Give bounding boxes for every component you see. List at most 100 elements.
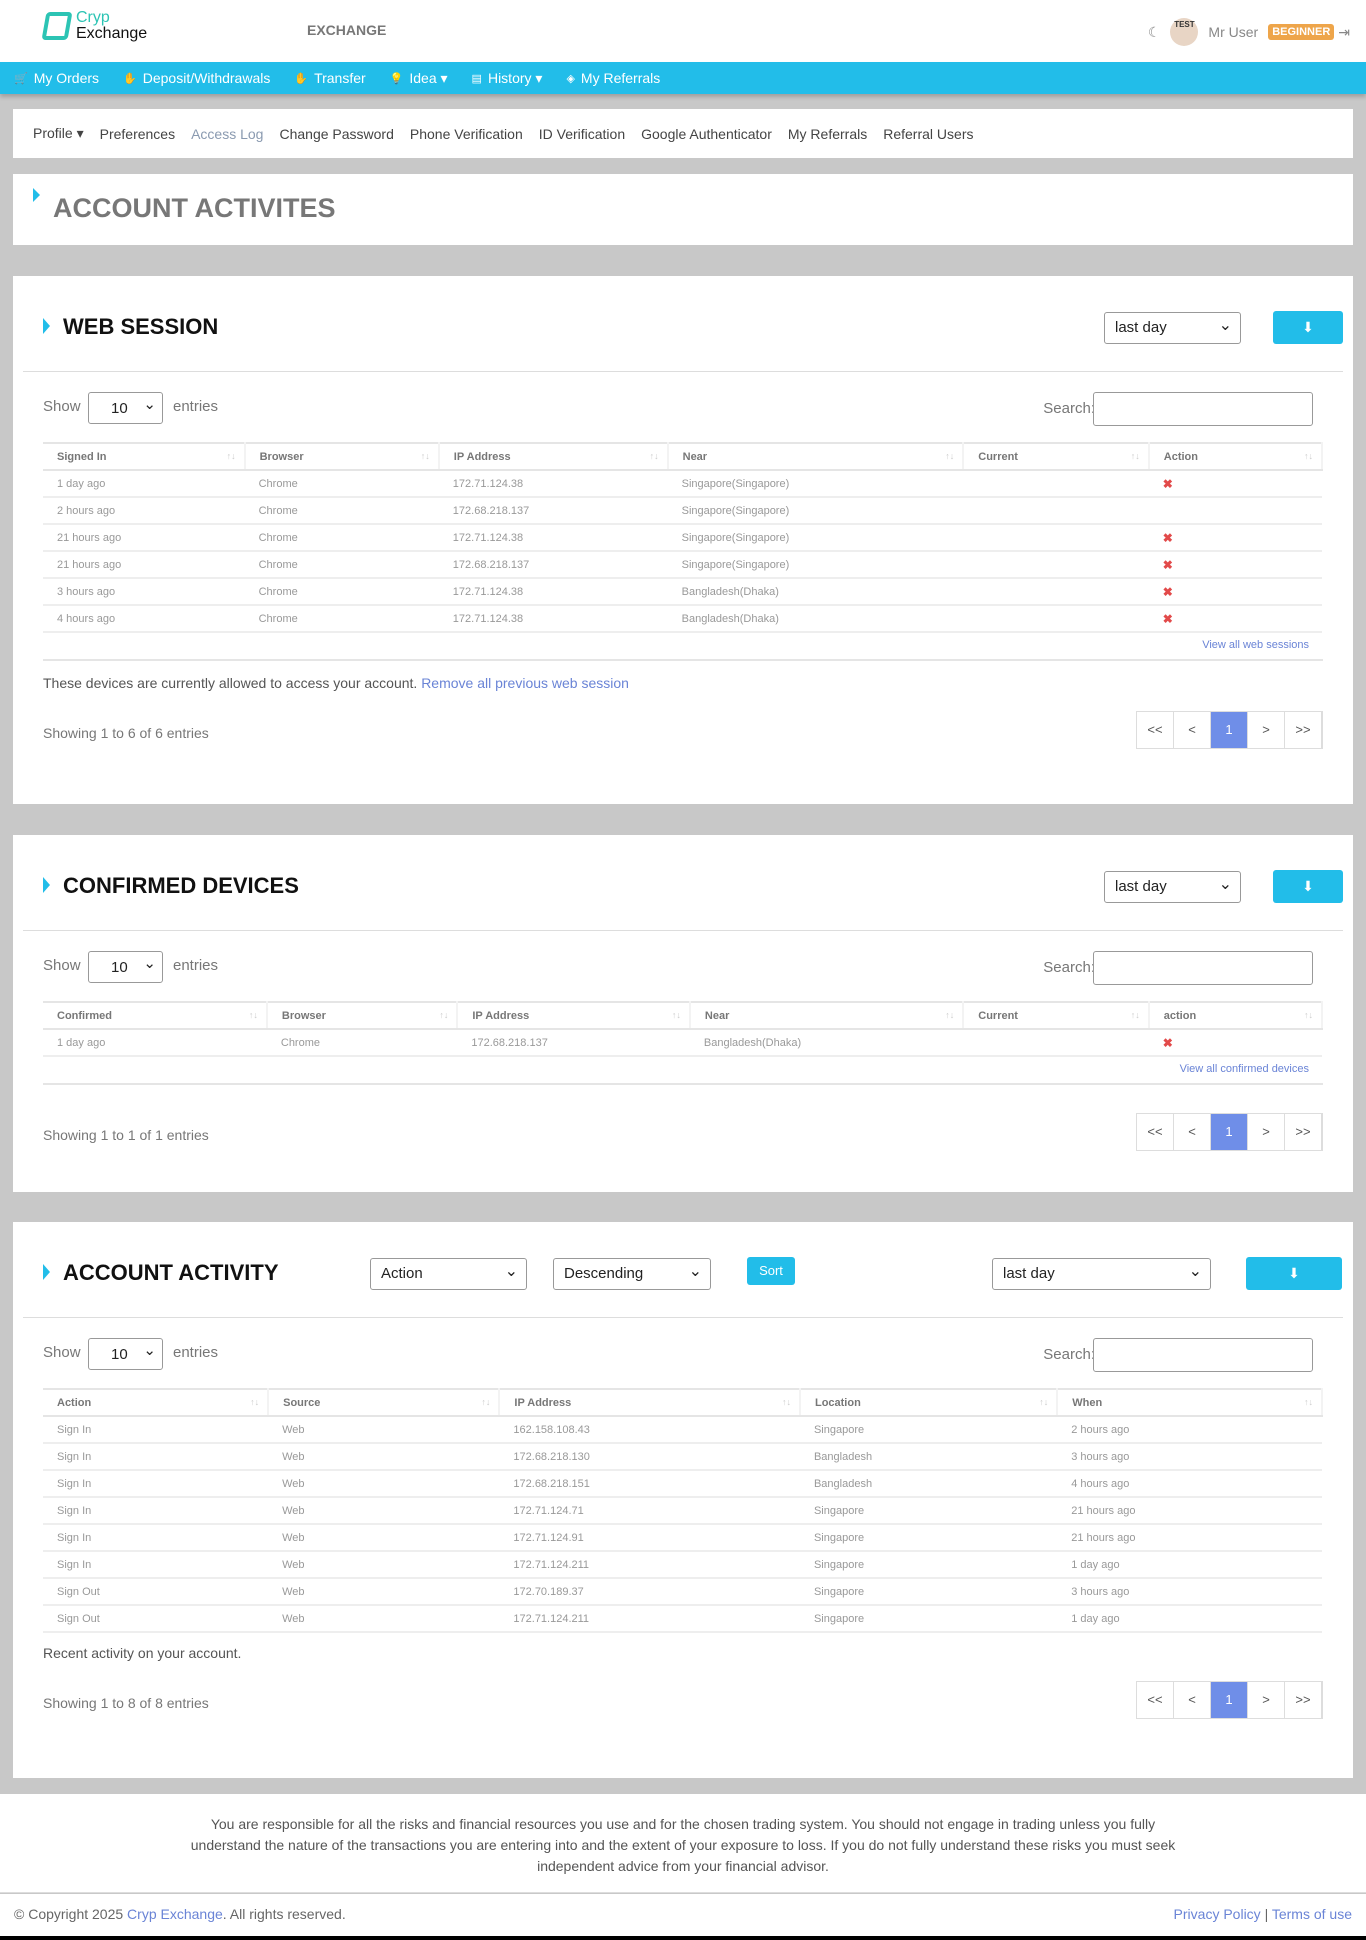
column-header[interactable]: Action <box>43 1388 270 1417</box>
column-header[interactable]: IP Address <box>499 1388 801 1417</box>
entries-length-select[interactable]: 10 <box>88 392 163 424</box>
logout-icon[interactable]: ⇥ <box>1338 24 1350 41</box>
table-cell: 3 hours ago <box>43 578 245 606</box>
search-input[interactable] <box>1093 1338 1313 1372</box>
nav-item-transfer[interactable]: ✋ Transfer <box>294 70 365 86</box>
table-cell: 21 hours ago <box>43 551 245 579</box>
download-button[interactable]: ⬇ <box>1246 1257 1342 1290</box>
table-cell: Sign In <box>43 1443 269 1471</box>
entries-length-select[interactable]: 10 <box>88 951 163 983</box>
download-button[interactable]: ⬇ <box>1273 311 1343 344</box>
entries-length-select[interactable]: 10 <box>88 1338 163 1370</box>
remove-session-icon[interactable]: ✖ <box>1148 524 1322 552</box>
column-header[interactable]: Browser <box>244 442 440 471</box>
pagination: << <1 > >> <box>1136 1681 1323 1719</box>
exchange-link[interactable]: EXCHANGE <box>307 22 386 38</box>
column-header[interactable]: action <box>1148 1001 1324 1030</box>
column-header[interactable]: Near <box>667 442 965 471</box>
lightbulb-icon: 💡 <box>389 72 404 85</box>
column-header[interactable]: When <box>1057 1388 1323 1417</box>
subnav-item-myreferrals[interactable]: My Referrals <box>788 126 867 142</box>
subnav-item-referralusers[interactable]: Referral Users <box>883 126 973 142</box>
column-header[interactable]: Location <box>799 1388 1059 1417</box>
search-input[interactable] <box>1093 392 1313 426</box>
view-all-web-sessions-link[interactable]: View all web sessions <box>1202 639 1309 651</box>
archive-icon: ▤ <box>471 72 482 85</box>
table-cell: Sign In <box>43 1524 269 1552</box>
column-header[interactable]: Browser <box>266 1001 459 1030</box>
sort-button[interactable]: Sort <box>747 1257 795 1285</box>
column-header[interactable]: Current <box>963 1001 1150 1030</box>
nav-item-depositwithdrawals[interactable]: ✋ Deposit/Withdrawals <box>123 70 270 86</box>
nav-item-myorders[interactable]: 🛒 My Orders <box>14 70 99 86</box>
column-header[interactable]: Near <box>689 1001 965 1030</box>
dark-mode-moon-icon[interactable]: ☾ <box>1148 24 1161 41</box>
subnav-item-accesslog[interactable]: Access Log <box>191 126 263 142</box>
table-cell: 21 hours ago <box>1057 1524 1322 1552</box>
table-cell: Sign In <box>43 1470 269 1498</box>
range-select[interactable]: last day <box>992 1258 1211 1290</box>
logo[interactable]: Cryp Exchange <box>41 10 147 42</box>
table-cell: 172.71.124.38 <box>438 524 668 552</box>
avatar[interactable]: TEST <box>1170 18 1199 46</box>
prev-page-button[interactable]: < <box>1174 712 1211 748</box>
nav-item-label: History ▾ <box>487 69 543 86</box>
brand-link[interactable]: Cryp Exchange <box>127 1906 223 1922</box>
table-cell: Chrome <box>244 524 439 552</box>
remove-session-icon[interactable]: ✖ <box>1148 470 1322 498</box>
page-1-button[interactable]: 1 <box>1211 712 1248 748</box>
table-row: Sign Out Web 172.70.189.37 Singapore 3 hours… <box>43 1578 1322 1606</box>
subnav-item-phoneverification[interactable]: Phone Verification <box>410 126 523 142</box>
caret-icon <box>33 188 40 202</box>
download-button[interactable]: ⬇ <box>1273 870 1343 903</box>
column-header[interactable]: Source <box>268 1388 501 1417</box>
sort-field-select[interactable]: Action <box>370 1258 527 1290</box>
remove-session-icon[interactable]: ✖ <box>1148 551 1322 579</box>
last-page-button[interactable]: >> <box>1285 1114 1322 1150</box>
nav-item-idea[interactable]: 💡 Idea ▾ <box>390 70 448 87</box>
remove-session-icon[interactable]: ✖ <box>1148 1029 1322 1057</box>
column-header[interactable]: Current <box>963 442 1150 471</box>
entries-label: entries <box>173 957 219 974</box>
page-1-button[interactable]: 1 <box>1211 1114 1248 1150</box>
table-cell: Chrome <box>244 578 439 606</box>
column-header[interactable]: Confirmed <box>43 1001 268 1030</box>
table-cell: Singapore <box>799 1605 1058 1633</box>
table-cell: Singapore <box>799 1578 1058 1606</box>
table-cell: Singapore <box>799 1416 1058 1444</box>
range-select[interactable]: last day <box>1104 312 1241 344</box>
remove-session-icon[interactable]: ✖ <box>1148 578 1322 606</box>
subnav-item-profile[interactable]: Profile ▾ <box>33 125 84 142</box>
column-header[interactable]: Action <box>1148 442 1324 471</box>
subnav-item-preferences[interactable]: Preferences <box>100 126 175 142</box>
remove-sessions-link[interactable]: Remove all previous web session <box>421 675 629 691</box>
last-page-button[interactable]: >> <box>1285 1682 1322 1718</box>
first-page-button[interactable]: << <box>1137 1682 1174 1718</box>
prev-page-button[interactable]: < <box>1174 1114 1211 1150</box>
prev-page-button[interactable]: < <box>1174 1682 1211 1718</box>
search-input[interactable] <box>1093 951 1313 985</box>
next-page-button[interactable]: > <box>1248 1114 1285 1150</box>
subnav-item-idverification[interactable]: ID Verification <box>539 126 625 142</box>
nav-item-myreferrals[interactable]: ◈ My Referrals <box>566 70 660 86</box>
first-page-button[interactable]: << <box>1137 712 1174 748</box>
next-page-button[interactable]: > <box>1248 1682 1285 1718</box>
last-page-button[interactable]: >> <box>1285 712 1322 748</box>
subnav-item-googleauthenticator[interactable]: Google Authenticator <box>641 126 772 142</box>
nav-item-history[interactable]: ▤ History ▾ <box>472 70 543 87</box>
page-1-button[interactable]: 1 <box>1211 1682 1248 1718</box>
range-select[interactable]: last day <box>1104 871 1241 903</box>
next-page-button[interactable]: > <box>1248 712 1285 748</box>
column-header[interactable]: IP Address <box>457 1001 691 1030</box>
privacy-policy-link[interactable]: Privacy Policy <box>1174 1906 1261 1922</box>
table-row: 2 hours ago Chrome 172.68.218.137 Singapore… <box>43 497 1322 525</box>
remove-session-icon[interactable]: ✖ <box>1148 605 1322 633</box>
terms-of-use-link[interactable]: Terms of use <box>1272 1906 1352 1922</box>
sort-order-select[interactable]: Descending <box>553 1258 711 1290</box>
first-page-button[interactable]: << <box>1137 1114 1174 1150</box>
subnav-item-changepassword[interactable]: Change Password <box>279 126 393 142</box>
column-header[interactable]: Signed In <box>43 442 246 471</box>
user-name[interactable]: Mr User <box>1208 24 1258 40</box>
column-header[interactable]: IP Address <box>438 442 669 471</box>
view-all-confirmed-devices-link[interactable]: View all confirmed devices <box>1180 1063 1309 1075</box>
